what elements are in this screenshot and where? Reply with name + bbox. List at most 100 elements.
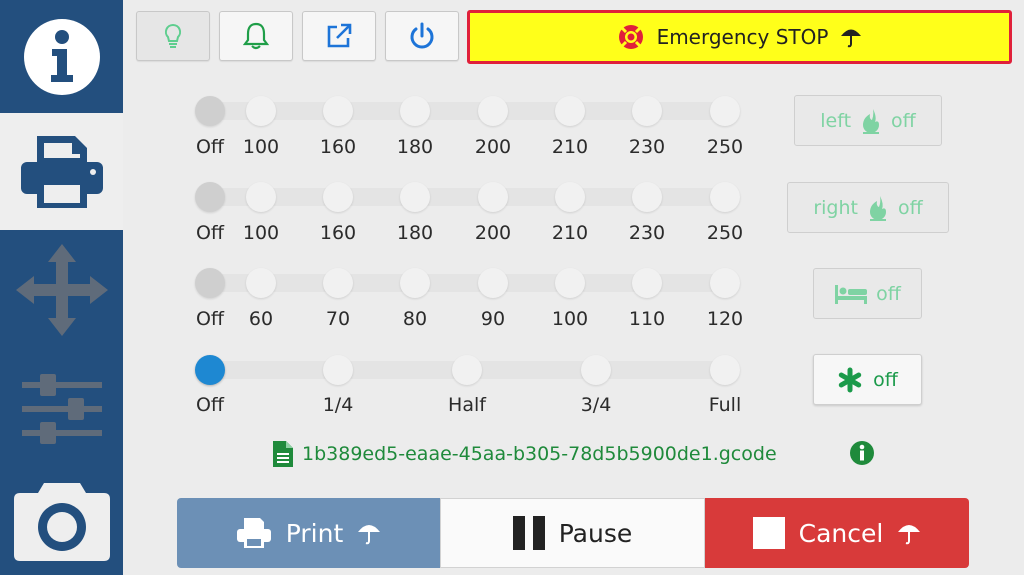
external-link-icon	[327, 23, 352, 48]
slider-tick-label: 100	[242, 136, 280, 158]
print-label: Print	[285, 518, 344, 548]
slider-stop[interactable]	[323, 96, 353, 126]
notifications-button[interactable]	[219, 11, 293, 61]
file-name: 1b389ed5-eaae-45aa-b305-78d5b5900de1.gco…	[302, 443, 777, 465]
move-arrows-icon	[15, 244, 108, 336]
slider-tick-label: 100	[242, 222, 280, 244]
flame-icon	[863, 108, 880, 134]
external-link-button[interactable]	[302, 11, 376, 61]
slider-stop[interactable]	[555, 268, 585, 298]
bed-toggle[interactable]: off	[813, 268, 922, 319]
toggle-prefix: right	[813, 196, 858, 219]
slider-tick-label: 160	[319, 222, 357, 244]
slider-stop[interactable]	[710, 96, 740, 126]
slider-stop[interactable]	[323, 355, 353, 385]
slider-stop[interactable]	[246, 182, 276, 212]
toggle-state: off	[891, 109, 916, 132]
info-icon	[23, 18, 100, 95]
slider-tick-label: Half	[448, 394, 486, 416]
file-info-icon[interactable]	[849, 440, 875, 466]
slider-tick-label: 70	[325, 308, 351, 330]
cancel-label: Cancel	[798, 518, 884, 548]
slider-tick-label: 120	[706, 308, 744, 330]
slider-handle[interactable]	[195, 268, 225, 298]
slider-stop[interactable]	[246, 96, 276, 126]
slider-tick-label: 230	[628, 136, 666, 158]
sidebar-tab-print[interactable]	[0, 113, 123, 230]
right-extruder-toggle[interactable]: right off	[787, 182, 949, 233]
slider-stop[interactable]	[555, 182, 585, 212]
slider-stop[interactable]	[581, 355, 611, 385]
slider-stop[interactable]	[323, 268, 353, 298]
slider-tick-label: 180	[396, 222, 434, 244]
slider-stop[interactable]	[400, 268, 430, 298]
slider-stop[interactable]	[246, 268, 276, 298]
slider-tick-label: 3/4	[580, 394, 612, 416]
slider-stop[interactable]	[323, 182, 353, 212]
slider-stop[interactable]	[452, 355, 482, 385]
slider-stop[interactable]	[710, 355, 740, 385]
slider-tick-label: Off	[195, 394, 225, 416]
slider-tick-label: 60	[248, 308, 274, 330]
sidebar	[0, 0, 123, 575]
emergency-stop-label: Emergency STOP	[656, 25, 829, 49]
slider-handle[interactable]	[195, 182, 225, 212]
umbrella-icon	[841, 29, 862, 48]
slider-tick-label: 230	[628, 222, 666, 244]
camera-icon	[13, 483, 110, 561]
slider-stop[interactable]	[478, 268, 508, 298]
left-extruder-toggle[interactable]: left off	[794, 95, 942, 146]
bell-icon	[243, 22, 269, 50]
sidebar-tab-info[interactable]	[0, 0, 123, 113]
current-file: 1b389ed5-eaae-45aa-b305-78d5b5900de1.gco…	[272, 440, 777, 468]
print-button[interactable]: Print	[177, 498, 440, 568]
slider-tick-label: 80	[402, 308, 428, 330]
toggle-prefix: left	[820, 109, 852, 132]
lightbulb-icon	[164, 23, 182, 48]
umbrella-icon	[358, 525, 381, 545]
light-button[interactable]	[136, 11, 210, 61]
sidebar-tab-settings[interactable]	[0, 350, 123, 465]
slider-handle[interactable]	[195, 355, 225, 385]
asterisk-icon	[838, 367, 862, 392]
slider-stop[interactable]	[632, 182, 662, 212]
slider-stop[interactable]	[400, 182, 430, 212]
slider-tick-label: 180	[396, 136, 434, 158]
sidebar-tab-camera[interactable]	[0, 465, 123, 575]
slider-tick-label: 110	[628, 308, 666, 330]
slider-handle[interactable]	[195, 96, 225, 126]
slider-stop[interactable]	[400, 96, 430, 126]
cancel-button[interactable]: Cancel	[705, 498, 969, 568]
power-button[interactable]	[385, 11, 459, 61]
slider-tick-label: 1/4	[322, 394, 354, 416]
toggle-state: off	[897, 196, 923, 219]
toggle-state: off	[873, 368, 898, 391]
bed-icon	[835, 284, 868, 304]
lifebuoy-icon	[618, 25, 643, 49]
slider-stop[interactable]	[478, 96, 508, 126]
emergency-stop-button[interactable]: Emergency STOP	[467, 10, 1012, 64]
power-icon	[410, 22, 434, 49]
stop-square-icon	[752, 517, 785, 549]
slider-stop[interactable]	[478, 182, 508, 212]
slider-tick-label: 250	[706, 136, 744, 158]
pause-icon	[512, 516, 545, 550]
slider-stop[interactable]	[632, 268, 662, 298]
pause-label: Pause	[558, 518, 633, 548]
sliders-icon	[21, 373, 102, 444]
slider-tick-label: 250	[706, 222, 744, 244]
slider-tick-label: 90	[480, 308, 506, 330]
slider-stop[interactable]	[555, 96, 585, 126]
printer-icon	[20, 135, 103, 208]
umbrella-icon	[898, 525, 921, 545]
slider-tick-label: 210	[551, 222, 589, 244]
toggle-state: off	[876, 282, 901, 305]
slider-stop[interactable]	[710, 268, 740, 298]
slider-stop[interactable]	[710, 182, 740, 212]
pause-button[interactable]: Pause	[440, 498, 705, 568]
slider-tick-label: 100	[551, 308, 589, 330]
slider-stop[interactable]	[632, 96, 662, 126]
sidebar-tab-move[interactable]	[0, 230, 123, 350]
fan-toggle[interactable]: off	[813, 354, 922, 405]
slider-tick-label: 200	[474, 136, 512, 158]
